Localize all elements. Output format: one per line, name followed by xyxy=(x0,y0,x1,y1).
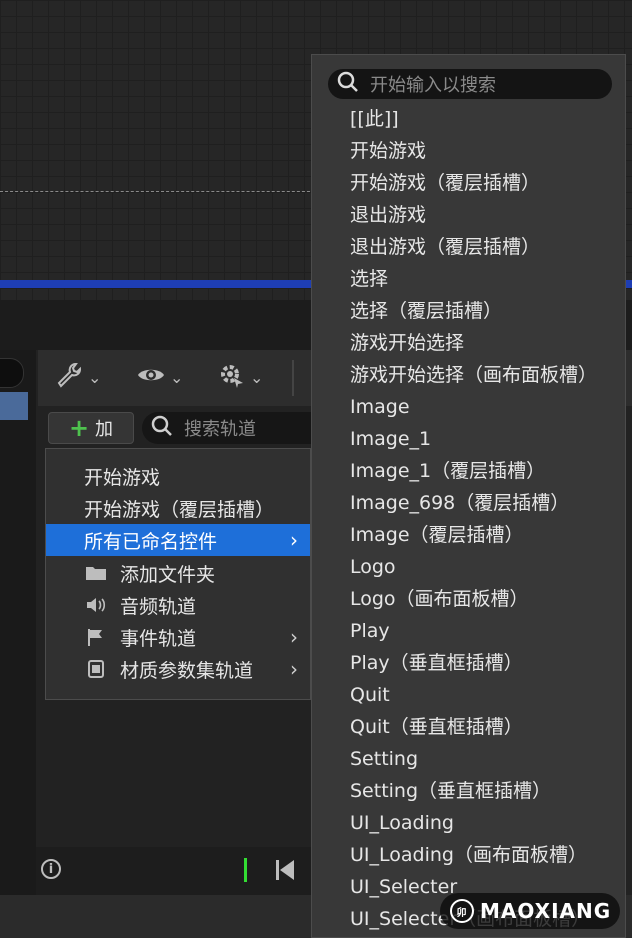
canvas-guide-line xyxy=(0,191,320,192)
menu-item-add-folder[interactable]: 添加文件夹 xyxy=(46,557,310,589)
widget-item[interactable]: Play（垂直框插槽） xyxy=(350,647,597,679)
menu-item-start-game[interactable]: 开始游戏 xyxy=(46,460,310,492)
widget-item[interactable]: Play xyxy=(350,615,597,647)
search-icon xyxy=(150,414,174,443)
add-track-label: 加 xyxy=(95,419,114,440)
widget-item[interactable]: 游戏开始选择 xyxy=(350,327,597,359)
eye-icon xyxy=(136,360,166,394)
skip-to-start-icon[interactable] xyxy=(274,858,296,887)
menu-item-label: 所有已命名控件 xyxy=(84,530,218,553)
material-icon xyxy=(84,659,108,679)
playhead-marker[interactable] xyxy=(244,858,252,882)
widget-search-input[interactable]: 开始输入以搜索 xyxy=(328,69,612,99)
folder-icon xyxy=(84,564,108,582)
widget-item[interactable]: Image_698（覆层插槽） xyxy=(350,487,597,519)
widget-item[interactable]: Image（覆层插槽） xyxy=(350,519,597,551)
plus-icon: + xyxy=(68,414,90,442)
widget-item[interactable]: Setting（垂直框插槽） xyxy=(350,775,597,807)
menu-item-material-param-track[interactable]: 材质参数集轨道 › xyxy=(46,653,310,685)
chevron-down-icon: ⌄ xyxy=(250,367,264,387)
watermark-logo: 卯 xyxy=(450,899,474,923)
search-icon xyxy=(336,70,360,99)
menu-item-label: 材质参数集轨道 xyxy=(120,659,254,682)
widget-item[interactable]: Image_1 xyxy=(350,423,597,455)
gear-icon xyxy=(216,360,246,394)
menu-item-label: 事件轨道 xyxy=(120,627,197,650)
chevron-down-icon: ⌄ xyxy=(170,367,184,387)
widget-item[interactable]: Logo xyxy=(350,551,597,583)
named-widgets-submenu: 开始输入以搜索 [[此]] 开始游戏 开始游戏（覆层插槽） 退出游戏 退出游戏（… xyxy=(311,54,626,938)
left-selected-row[interactable] xyxy=(0,392,28,420)
visibility-dropdown[interactable]: ⌄ xyxy=(136,362,183,392)
menu-item-event-track[interactable]: 事件轨道 › xyxy=(46,621,310,653)
flag-icon xyxy=(84,627,108,647)
add-track-menu: 开始游戏 开始游戏（覆层插槽） 所有已命名控件 › 添加文件夹 音频轨道 事件轨… xyxy=(45,448,311,700)
left-panel xyxy=(0,350,36,895)
widget-item[interactable]: Logo（画布面板槽） xyxy=(350,583,597,615)
widget-item[interactable]: 退出游戏（覆层插槽） xyxy=(350,231,597,263)
widget-item[interactable]: 游戏开始选择（画布面板槽） xyxy=(350,359,597,391)
menu-item-label: 添加文件夹 xyxy=(120,563,216,586)
widget-item[interactable]: UI_Loading（画布面板槽） xyxy=(350,839,597,871)
watermark: 卯 MAOXIANG xyxy=(440,893,620,929)
widget-item[interactable]: Quit（垂直框插槽） xyxy=(350,711,597,743)
watermark-text: MAOXIANG xyxy=(480,899,612,923)
menu-item-label: 开始游戏 xyxy=(84,466,161,489)
chevron-right-icon: › xyxy=(290,625,298,649)
widget-item[interactable]: UI_Loading xyxy=(350,807,597,839)
info-icon[interactable]: i xyxy=(41,859,61,879)
widget-item[interactable]: Image xyxy=(350,391,597,423)
wrench-dropdown[interactable]: ⌄ xyxy=(54,362,101,392)
widget-item[interactable]: 选择 xyxy=(350,263,597,295)
widget-item[interactable]: [[此]] xyxy=(350,103,597,135)
add-track-button[interactable]: + 加 xyxy=(48,412,134,444)
search-tracks-placeholder: 搜索轨道 xyxy=(184,419,256,440)
menu-item-audio-track[interactable]: 音频轨道 xyxy=(46,589,310,621)
menu-item-start-game-overlay-slot[interactable]: 开始游戏（覆层插槽） xyxy=(46,492,310,524)
widget-search-placeholder: 开始输入以搜索 xyxy=(370,75,496,96)
widget-item[interactable]: Image_1（覆层插槽） xyxy=(350,455,597,487)
widget-item[interactable]: 开始游戏 xyxy=(350,135,597,167)
widget-item[interactable]: Quit xyxy=(350,679,597,711)
widget-item[interactable]: 选择（覆层插槽） xyxy=(350,295,597,327)
widget-item[interactable]: 开始游戏（覆层插槽） xyxy=(350,167,597,199)
widget-item[interactable]: Setting xyxy=(350,743,597,775)
settings-dropdown[interactable]: ⌄ xyxy=(216,362,263,392)
chevron-down-icon: ⌄ xyxy=(88,367,102,387)
search-tracks-input[interactable]: 搜索轨道 xyxy=(142,412,332,444)
menu-item-label: 音频轨道 xyxy=(120,595,197,618)
menu-item-label: 开始游戏（覆层插槽） xyxy=(84,498,275,521)
chevron-right-icon: › xyxy=(290,657,298,681)
menu-item-all-named-widgets[interactable]: 所有已命名控件 › xyxy=(46,524,310,556)
chevron-right-icon: › xyxy=(290,528,298,552)
widget-list: [[此]] 开始游戏 开始游戏（覆层插槽） 退出游戏 退出游戏（覆层插槽） 选择… xyxy=(350,103,597,935)
wrench-icon xyxy=(54,360,84,394)
widget-item[interactable]: 退出游戏 xyxy=(350,199,597,231)
speaker-icon xyxy=(84,596,108,614)
toolbar-divider xyxy=(292,360,294,396)
